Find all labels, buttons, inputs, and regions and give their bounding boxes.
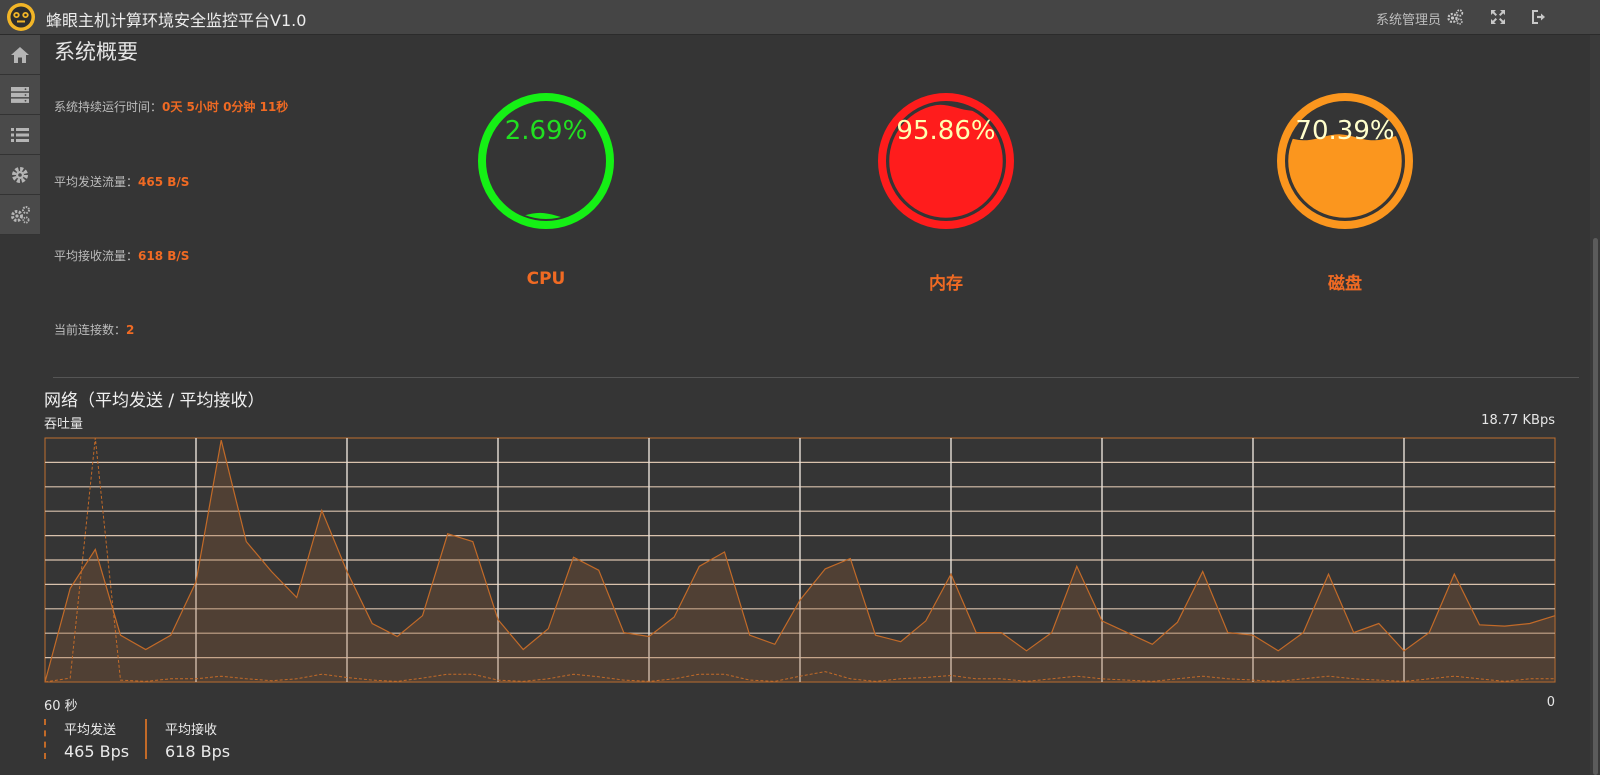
- disk-gauge: 70.39% 磁盘: [1277, 86, 1437, 294]
- sidebar-item-server[interactable]: [0, 75, 40, 115]
- memory-label: 内存: [929, 274, 963, 294]
- legend-recv: 平均接收 618 Bps: [145, 719, 231, 761]
- avg-send-stat: 平均发送流量：465 B/S: [54, 173, 189, 190]
- top-bar: 蜂眼主机计算环境安全监控平台V1.0 系统管理员: [0, 0, 1600, 35]
- uptime-value: 0天 5小时 0分钟 11秒: [162, 100, 289, 114]
- disk-percent: 70.39%: [1295, 116, 1395, 146]
- legend-send: 平均发送 465 Bps: [44, 719, 130, 761]
- sidebar-item-list[interactable]: [0, 115, 40, 155]
- cpu-percent: 2.69%: [504, 116, 588, 146]
- logout-icon[interactable]: [1530, 8, 1548, 26]
- settings-icon[interactable]: [1446, 8, 1464, 26]
- memory-gauge-graphic: [878, 93, 1014, 229]
- home-icon: [11, 46, 29, 63]
- bee-logo-icon: [7, 3, 35, 31]
- sidebar-item-settings[interactable]: [0, 155, 40, 195]
- cpu-gauge: 2.69% CPU: [478, 86, 638, 289]
- chart-max-label: 18.77 KBps: [1481, 413, 1555, 428]
- avg-recv-label: 平均接收流量：: [54, 249, 139, 263]
- avg-recv-stat: 平均接收流量：618 B/S: [54, 247, 189, 264]
- disk-label: 磁盘: [1328, 274, 1362, 294]
- scrollbar-thumb[interactable]: [1593, 238, 1598, 775]
- sidebar: [0, 35, 40, 235]
- avg-send-label: 平均发送流量：: [54, 175, 139, 189]
- x-axis-left-label: 60 秒: [44, 699, 78, 714]
- legend-send-value: 465 Bps: [64, 742, 130, 761]
- connections-label: 当前连接数：: [54, 323, 127, 337]
- list-icon: [11, 127, 29, 142]
- legend-send-name: 平均发送: [64, 723, 117, 738]
- gear-icon: [12, 166, 28, 183]
- network-chart: [44, 437, 1556, 683]
- avg-send-value: 465 B/S: [138, 175, 190, 189]
- server-icon: [11, 86, 29, 103]
- app-title: 蜂眼主机计算环境安全监控平台V1.0: [46, 11, 307, 30]
- x-axis-right-label: 0: [1546, 695, 1555, 710]
- uptime-stat: 系统持续运行时间：0天 5小时 0分钟 11秒: [54, 98, 288, 115]
- chart-y-label: 吞吐量: [44, 417, 84, 432]
- avg-recv-value: 618 B/S: [138, 249, 190, 263]
- memory-gauge: 95.86% 内存: [878, 86, 1038, 294]
- overview-title: 系统概要: [54, 40, 138, 64]
- legend-recv-name: 平均接收: [165, 723, 218, 738]
- connections-value: 2: [126, 323, 135, 337]
- network-title: 网络（平均发送 / 平均接收）: [44, 391, 265, 411]
- cpu-gauge-graphic: [478, 93, 614, 229]
- fullscreen-icon[interactable]: [1489, 8, 1507, 26]
- legend-recv-value: 618 Bps: [165, 742, 231, 761]
- gears-icon: [11, 205, 30, 223]
- cpu-label: CPU: [526, 269, 566, 289]
- section-divider: [53, 377, 1579, 378]
- memory-percent: 95.86%: [896, 116, 996, 146]
- sidebar-item-home[interactable]: [0, 35, 40, 75]
- sidebar-item-advanced-settings[interactable]: [0, 195, 40, 235]
- disk-gauge-graphic: [1277, 93, 1413, 229]
- user-menu[interactable]: 系统管理员: [1376, 9, 1441, 28]
- connections-stat: 当前连接数：2: [54, 321, 134, 338]
- uptime-label: 系统持续运行时间：: [54, 100, 163, 114]
